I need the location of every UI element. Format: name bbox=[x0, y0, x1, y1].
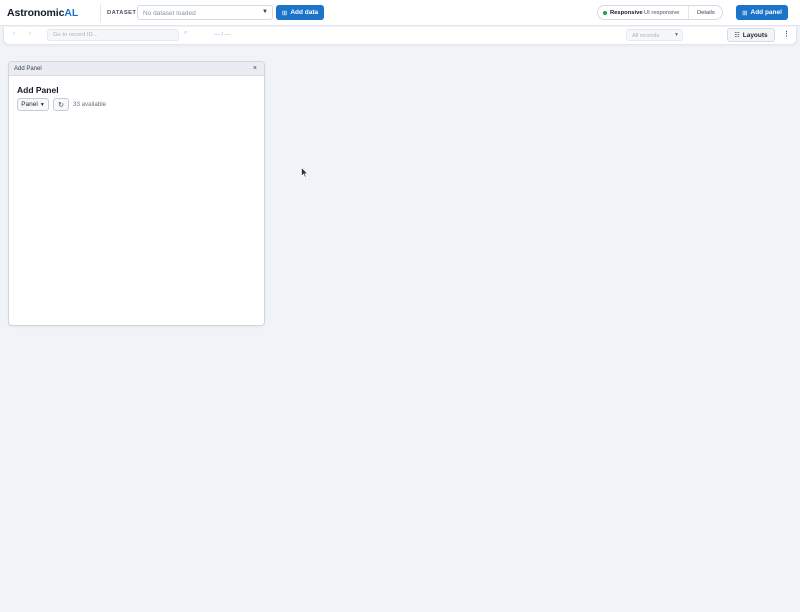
add-panel-label: Add panel bbox=[750, 9, 782, 16]
layouts-button[interactable]: ☷ Layouts bbox=[727, 28, 775, 42]
records-filter-value: All records bbox=[632, 32, 660, 39]
plus-square-icon: ⊞ bbox=[742, 9, 748, 17]
status-indicator[interactable]: Responsive UI responsive Details bbox=[597, 5, 723, 20]
refresh-icon: ↻ bbox=[58, 101, 64, 109]
more-menu-icon[interactable]: ⋮ bbox=[783, 30, 790, 38]
search-icon[interactable]: ⌕ bbox=[184, 30, 187, 37]
status-details-button[interactable]: Details bbox=[697, 10, 715, 16]
record-position: — / — bbox=[214, 32, 231, 38]
status-divider bbox=[688, 6, 689, 19]
available-count: 33 available bbox=[73, 101, 107, 108]
upload-icon: ⊞ bbox=[281, 9, 288, 17]
record-toolbar: ‹ › ⌕ — / — All records ▼ ☷ Layouts ⋮ bbox=[3, 27, 797, 45]
layouts-label: Layouts bbox=[742, 31, 768, 39]
mouse-cursor-icon bbox=[301, 167, 308, 178]
panel-header[interactable]: Add Panel × bbox=[9, 62, 264, 76]
logo-accent: AL bbox=[64, 7, 79, 19]
chevron-right-icon[interactable]: › bbox=[29, 30, 31, 37]
chevron-down-icon: ▼ bbox=[39, 101, 45, 108]
dataset-select[interactable]: No dataset loaded ▼ bbox=[137, 5, 273, 20]
close-icon[interactable]: × bbox=[253, 65, 257, 72]
status-sub-text: UI responsive bbox=[644, 9, 680, 16]
chevron-down-icon: ▼ bbox=[262, 9, 268, 15]
goto-record-input[interactable] bbox=[47, 29, 179, 41]
records-filter-select[interactable]: All records ▼ bbox=[626, 29, 683, 41]
status-dot-icon bbox=[603, 11, 607, 15]
chevron-left-icon[interactable]: ‹ bbox=[13, 30, 15, 37]
top-bar: AstronomicAL DATASET No dataset loaded ▼… bbox=[0, 0, 800, 26]
panel-type-value: Panel bbox=[21, 101, 38, 108]
dataset-label: DATASET bbox=[107, 10, 137, 16]
panel-type-select[interactable]: Panel ▼ bbox=[17, 98, 49, 111]
refresh-button[interactable]: ↻ bbox=[53, 98, 69, 111]
dataset-select-value: No dataset loaded bbox=[143, 9, 196, 17]
logo-main: Astronomic bbox=[7, 7, 65, 19]
header-divider bbox=[100, 4, 101, 22]
layout-grid-icon: ☷ bbox=[734, 32, 740, 39]
add-panel-button[interactable]: ⊞ Add panel bbox=[736, 5, 788, 20]
app-logo: AstronomicAL bbox=[7, 7, 78, 19]
add-data-button[interactable]: ⊞ Add data bbox=[276, 5, 324, 20]
status-main-text: Responsive bbox=[610, 9, 643, 16]
add-panel-window: Add Panel × Add Panel Panel ▼ ↻ 33 avail… bbox=[8, 61, 265, 326]
panel-header-title: Add Panel bbox=[14, 65, 42, 72]
add-data-label: Add data bbox=[290, 9, 319, 16]
chevron-down-icon: ▼ bbox=[674, 32, 679, 38]
panel-title: Add Panel bbox=[17, 85, 59, 95]
